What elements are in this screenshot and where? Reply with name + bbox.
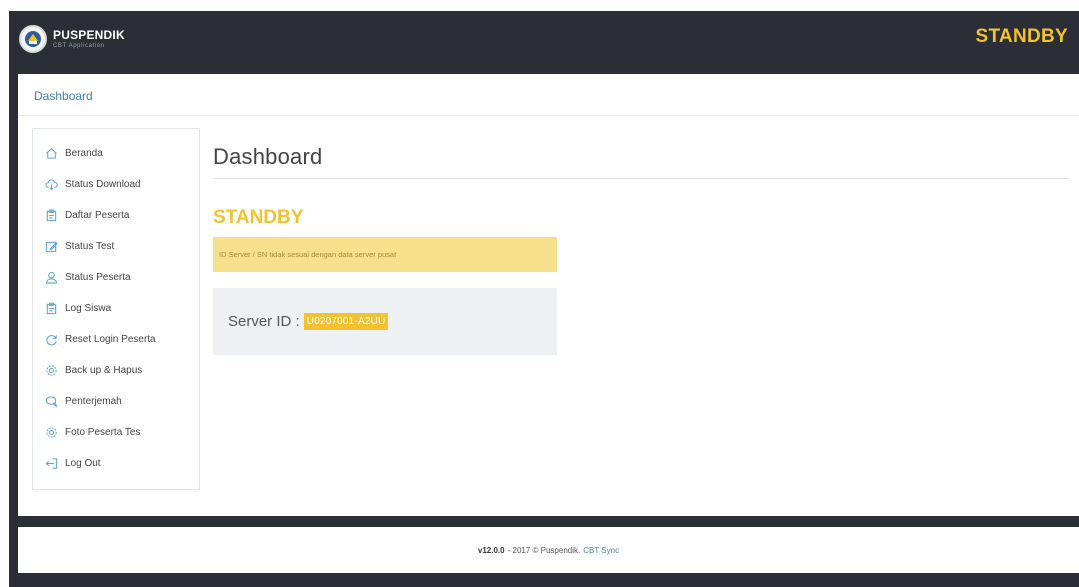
server-id-value: U0207001-A2UU — [303, 313, 389, 330]
sidebar: Beranda Status Download Daftar Peserta S… — [32, 128, 200, 490]
warning-alert: ID Server / SN tidak sesuai dengan data … — [213, 237, 557, 272]
sidebar-item-label: Penterjemah — [65, 395, 122, 407]
logout-icon — [45, 457, 58, 470]
page-title: Dashboard — [213, 144, 323, 169]
sidebar-item-status-peserta[interactable]: Status Peserta — [33, 264, 199, 290]
top-navbar: PUSPENDIK CBT Application STANDBY — [9, 11, 1079, 74]
sidebar-item-label: Log Siswa — [65, 302, 112, 314]
status-heading: STANDBY — [213, 207, 304, 228]
title-divider — [213, 178, 1069, 179]
sidebar-item-label: Status Test — [65, 240, 115, 252]
emblem-icon — [25, 31, 41, 47]
refresh-icon — [45, 333, 58, 346]
sidebar-item-label: Status Peserta — [65, 271, 131, 283]
breadcrumb: Dashboard — [18, 74, 1079, 116]
puspendik-logo — [19, 25, 47, 53]
cloud-download-icon — [45, 178, 58, 191]
sidebar-item-label: Log Out — [65, 457, 101, 469]
clipboard-icon — [45, 209, 58, 222]
server-id-label: Server ID : — [228, 313, 300, 330]
sidebar-item-reset-login-peserta[interactable]: Reset Login Peserta — [33, 326, 199, 352]
footer-cbt-sync-link[interactable]: CBT Sync — [583, 546, 619, 555]
sidebar-item-label: Foto Peserta Tes — [65, 426, 141, 438]
footer-version: v12.0.0 — [477, 545, 505, 555]
left-frame — [9, 74, 18, 587]
clipboard-icon — [45, 302, 58, 315]
user-icon — [45, 271, 58, 284]
sidebar-item-back-up-hapus[interactable]: Back up & Hapus — [33, 357, 199, 383]
sidebar-item-status-download[interactable]: Status Download — [33, 171, 199, 197]
footer-divider — [18, 516, 1079, 527]
brand-subtitle: CBT Application — [53, 43, 105, 49]
footer: v12.0.0 - 2017 © Puspendik. CBT Sync — [18, 527, 1079, 573]
bottom-frame — [9, 573, 1079, 587]
home-icon — [45, 147, 58, 160]
footer-copyright: - 2017 © Puspendik. — [507, 545, 581, 555]
sidebar-item-label: Back up & Hapus — [65, 364, 143, 376]
sidebar-item-daftar-peserta[interactable]: Daftar Peserta — [33, 202, 199, 228]
sidebar-item-foto-peserta-tes[interactable]: Foto Peserta Tes — [33, 419, 199, 445]
chat-icon — [45, 395, 58, 408]
edit-icon — [45, 240, 58, 253]
sidebar-item-label: Reset Login Peserta — [65, 333, 156, 345]
gear-icon — [45, 426, 58, 439]
sidebar-item-status-test[interactable]: Status Test — [33, 233, 199, 259]
brand[interactable]: PUSPENDIK CBT Application — [19, 25, 125, 53]
brand-name: PUSPENDIK — [53, 28, 125, 42]
top-margin — [0, 0, 1079, 11]
gear-icon — [45, 364, 58, 377]
sidebar-item-label: Status Download — [65, 178, 141, 190]
sidebar-item-label: Beranda — [65, 147, 103, 159]
sidebar-item-log-out[interactable]: Log Out — [33, 450, 199, 476]
sidebar-item-log-siswa[interactable]: Log Siswa — [33, 295, 199, 321]
sidebar-item-label: Daftar Peserta — [65, 209, 130, 221]
server-id-panel: Server ID : U0207001-A2UU — [213, 288, 557, 355]
breadcrumb-dashboard-link[interactable]: Dashboard — [34, 89, 93, 103]
navbar-status: STANDBY — [975, 26, 1068, 47]
sidebar-item-penterjemah[interactable]: Penterjemah — [33, 388, 199, 414]
sidebar-item-beranda[interactable]: Beranda — [33, 140, 199, 166]
alert-text: ID Server / SN tidak sesuai dengan data … — [219, 250, 397, 259]
